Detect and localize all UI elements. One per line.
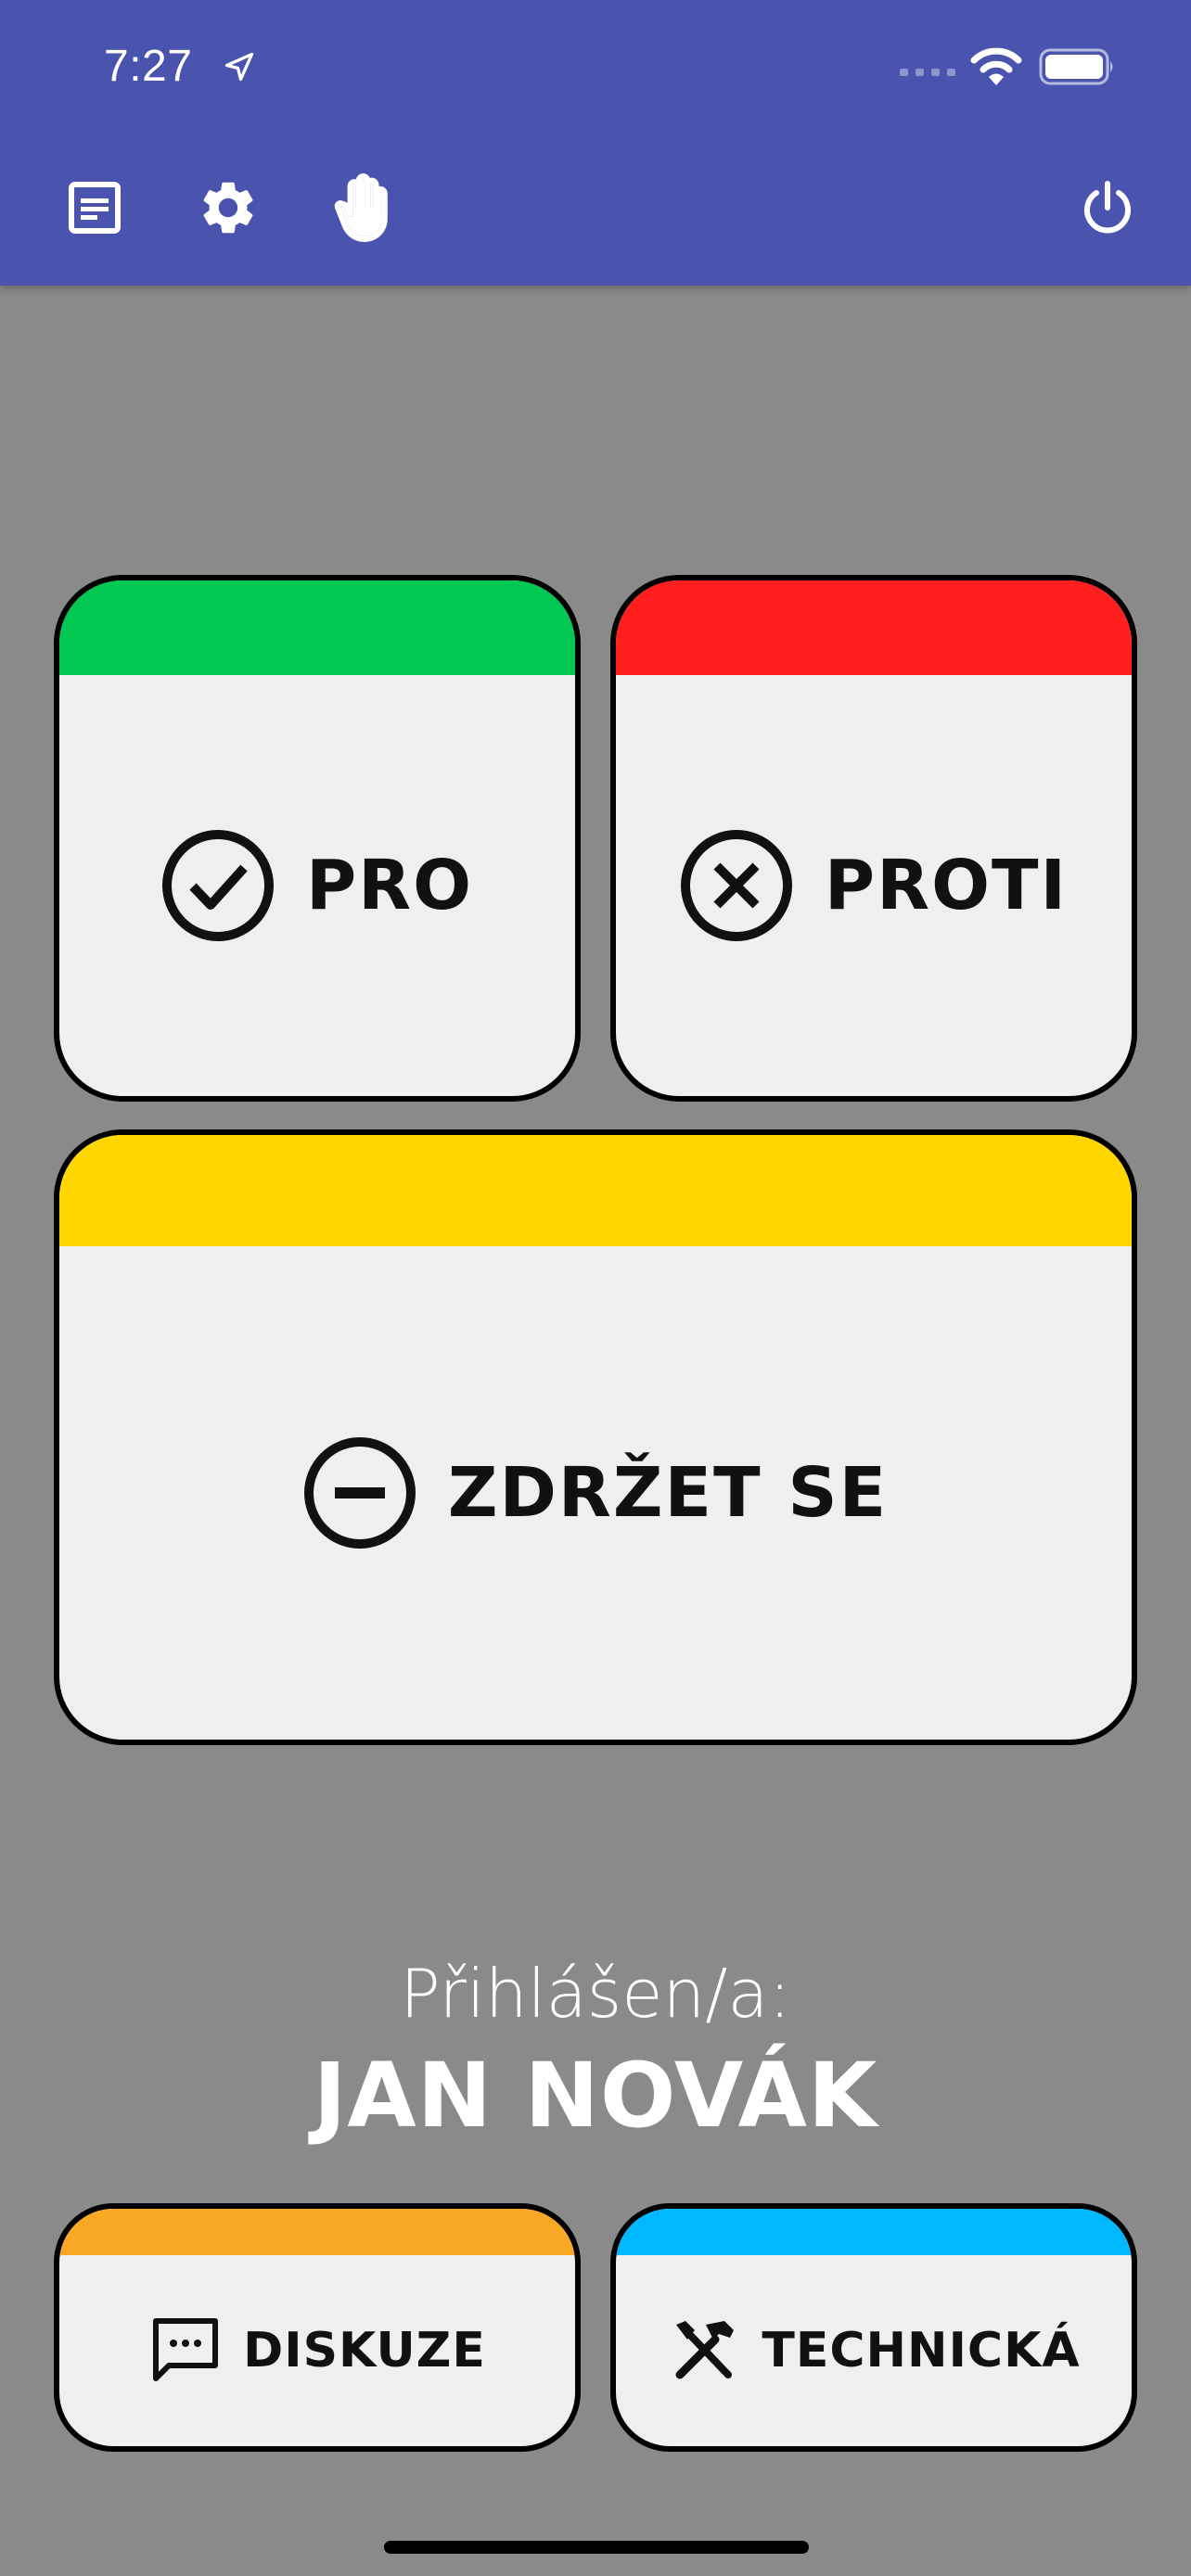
home-indicator (384, 2541, 809, 2554)
vote-proti-button[interactable]: PROTI (610, 575, 1137, 1102)
tools-icon (667, 2314, 741, 2388)
user-name: JAN NOVÁK (313, 2044, 878, 2148)
raise-hand-icon (327, 173, 396, 246)
notes-icon (65, 178, 124, 241)
logout-button[interactable] (1070, 172, 1145, 247)
vote-proti-content: PROTI (616, 675, 1132, 1096)
chat-bubble-icon (148, 2314, 223, 2388)
request-technicka-color-strip (616, 2209, 1132, 2255)
vote-pro-content: PRO (59, 675, 575, 1096)
location-arrow-icon (223, 37, 256, 96)
cellular-signal-icon (900, 37, 957, 96)
battery-icon (1039, 37, 1117, 96)
request-technicka-label: TECHNICKÁ (762, 2323, 1081, 2378)
request-diskuze-label: DISKUZE (243, 2323, 486, 2378)
status-time: 7:27 (104, 42, 193, 91)
request-diskuze-button[interactable]: DISKUZE (54, 2203, 581, 2452)
request-diskuze-color-strip (59, 2209, 575, 2255)
vote-proti-label: PROTI (824, 846, 1069, 925)
vote-zdrzet-content: ZDRŽET SE (59, 1246, 1132, 1740)
gear-icon (197, 176, 260, 243)
vote-pro-color-strip (59, 580, 575, 675)
raise-hand-button[interactable] (325, 172, 399, 247)
vote-proti-color-strip (616, 580, 1132, 675)
wifi-icon (970, 37, 1022, 96)
close-circle-icon (680, 829, 793, 942)
minus-circle-icon (303, 1436, 416, 1549)
request-technicka-button[interactable]: TECHNICKÁ (610, 2203, 1137, 2452)
power-icon (1078, 178, 1137, 241)
vote-pro-button[interactable]: PRO (54, 575, 581, 1102)
settings-button[interactable] (191, 172, 265, 247)
request-diskuze-content: DISKUZE (59, 2255, 575, 2446)
app-bar: 7:27 (0, 0, 1191, 286)
vote-zdrzet-label: ZDRŽET SE (447, 1453, 889, 1533)
vote-pro-label: PRO (305, 846, 474, 925)
vote-zdrzet-color-strip (59, 1135, 1132, 1246)
logged-in-label: Přihlášen/a: (400, 1955, 791, 2033)
request-technicka-content: TECHNICKÁ (616, 2255, 1132, 2446)
vote-zdrzet-button[interactable]: ZDRŽET SE (54, 1129, 1137, 1745)
check-circle-icon (161, 829, 275, 942)
notes-button[interactable] (58, 172, 132, 247)
